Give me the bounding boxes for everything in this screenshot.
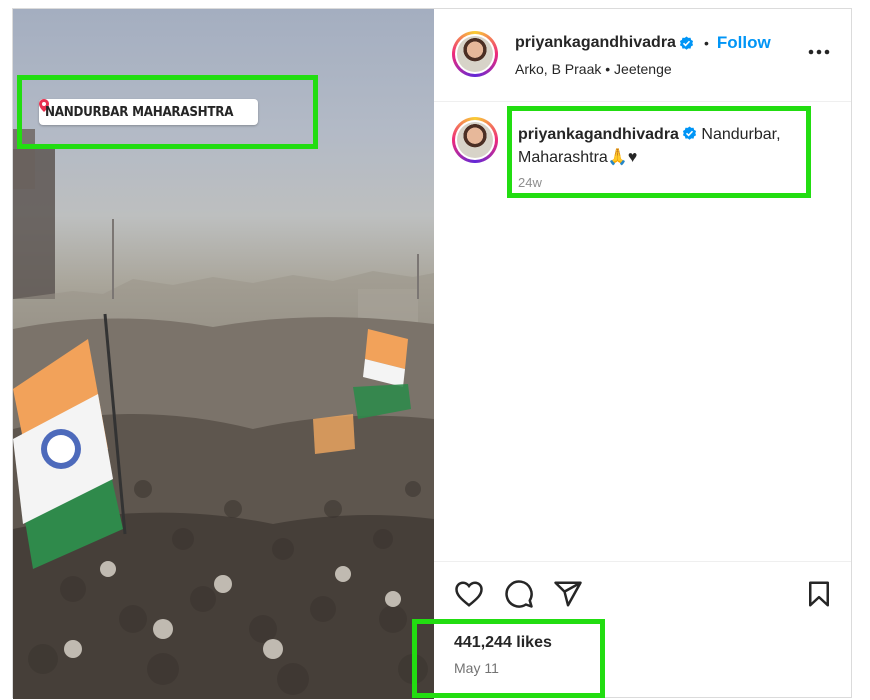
header-username[interactable]: priyankagandhivadra: [515, 34, 676, 52]
share-icon[interactable]: [553, 579, 583, 609]
caption-avatar[interactable]: [452, 117, 498, 163]
separator-dot: •: [703, 35, 709, 51]
highlight-box-caption: [507, 106, 811, 198]
comment-icon[interactable]: [504, 579, 534, 609]
bookmark-icon[interactable]: [804, 579, 834, 609]
heart-icon[interactable]: [454, 579, 484, 609]
highlight-box-likes: [412, 619, 605, 698]
audio-attribution[interactable]: Arko, B Praak • Jeetenge: [515, 61, 672, 77]
more-options-icon[interactable]: [808, 49, 830, 55]
avatar[interactable]: [452, 31, 498, 77]
post-header: priyankagandhivadra • Follow Arko, B Pra…: [434, 9, 851, 102]
verified-badge-icon: [679, 35, 694, 50]
header-user-row: priyankagandhivadra • Follow: [515, 33, 771, 53]
highlight-box-location: [17, 75, 318, 149]
follow-button[interactable]: Follow: [717, 33, 771, 53]
